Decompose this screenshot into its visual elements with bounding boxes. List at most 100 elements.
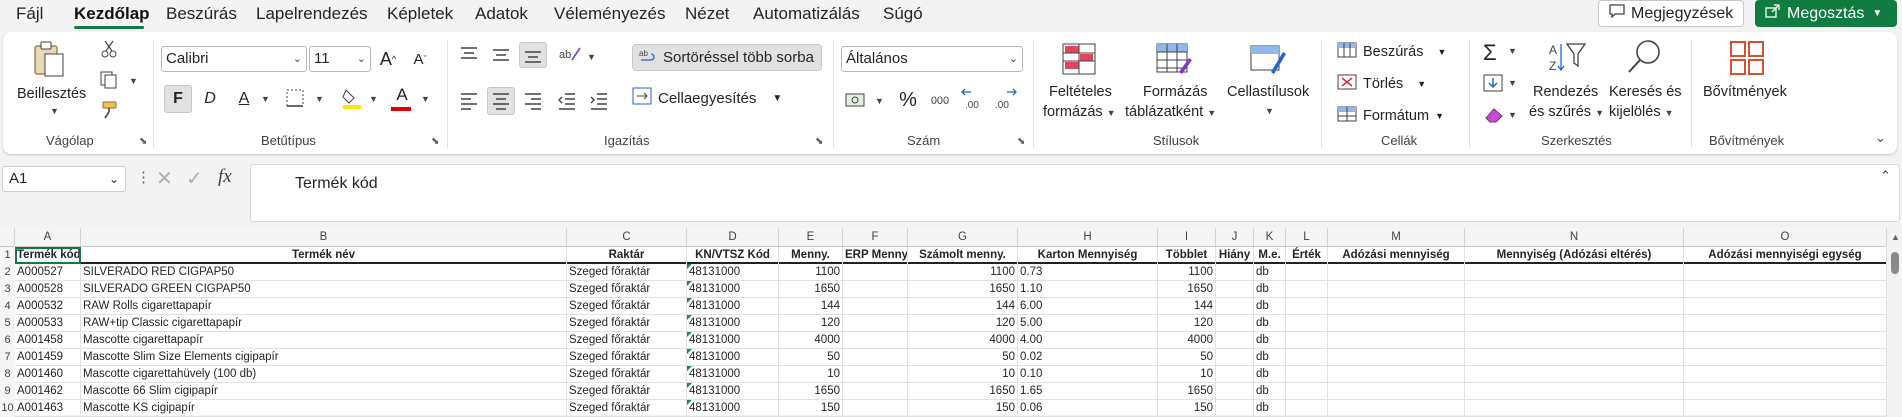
addins-icon[interactable] bbox=[1729, 40, 1765, 81]
scroll-up-icon[interactable]: ▲ bbox=[1891, 232, 1900, 242]
cell-h2[interactable]: 0.73 bbox=[1018, 264, 1158, 281]
tab-page-layout[interactable]: Lapelrendezés bbox=[256, 4, 368, 24]
cell-b4[interactable]: RAW Rolls cigarettapapír bbox=[81, 298, 567, 315]
cell-b5[interactable]: RAW+tip Classic cigarettapapír bbox=[81, 315, 567, 332]
conditional-formatting-icon[interactable] bbox=[1061, 42, 1097, 81]
delete-cells-button[interactable]: Törlés ▼ bbox=[1337, 74, 1426, 94]
borders-dropdown-icon[interactable]: ▼ bbox=[315, 94, 324, 104]
name-box[interactable]: A1 ⌄ bbox=[2, 166, 126, 192]
cell-styles-dropdown-icon[interactable]: ▼ bbox=[1265, 106, 1274, 116]
cell-d6[interactable]: 48131000 bbox=[687, 332, 779, 349]
cell-d2[interactable]: 48131000 bbox=[687, 264, 779, 281]
insert-function-icon[interactable]: fx bbox=[218, 166, 232, 188]
cell-n7[interactable] bbox=[1465, 349, 1684, 366]
cell-a9[interactable]: A001462 bbox=[15, 383, 81, 400]
cell-i5[interactable]: 120 bbox=[1158, 315, 1216, 332]
tab-insert[interactable]: Beszúrás bbox=[166, 4, 237, 24]
bold-button[interactable]: F bbox=[164, 85, 192, 113]
cell-h8[interactable]: 0.10 bbox=[1018, 366, 1158, 383]
cell-o7[interactable] bbox=[1684, 349, 1887, 366]
cell-b3[interactable]: SILVERADO GREEN CIGPAP50 bbox=[81, 281, 567, 298]
cell-m1[interactable]: Adózási mennyiség bbox=[1328, 247, 1465, 264]
shrink-font-button[interactable]: Aˇ bbox=[409, 46, 431, 72]
alignment-launcher-icon[interactable]: ⬊ bbox=[815, 136, 823, 147]
cell-f10[interactable] bbox=[843, 400, 908, 417]
cell-i3[interactable]: 1650 bbox=[1158, 281, 1216, 298]
cell-l8[interactable] bbox=[1286, 366, 1328, 383]
accounting-dropdown-icon[interactable]: ▼ bbox=[875, 96, 884, 106]
cell-o5[interactable] bbox=[1684, 315, 1887, 332]
cell-i2[interactable]: 1100 bbox=[1158, 264, 1216, 281]
cell-g3[interactable]: 1650 bbox=[908, 281, 1018, 298]
cell-g7[interactable]: 50 bbox=[908, 349, 1018, 366]
formula-input[interactable]: Termék kód bbox=[250, 164, 1900, 222]
cell-g6[interactable]: 4000 bbox=[908, 332, 1018, 349]
underline-dropdown-icon[interactable]: ▼ bbox=[261, 94, 270, 104]
row-header[interactable]: 7 bbox=[0, 349, 15, 366]
conditional-formatting-label-1[interactable]: Feltételes bbox=[1049, 84, 1112, 100]
share-button[interactable]: Megosztás ▼ bbox=[1755, 0, 1897, 27]
cell-n2[interactable] bbox=[1465, 264, 1684, 281]
align-left-icon[interactable] bbox=[459, 92, 479, 115]
cell-a8[interactable]: A001460 bbox=[15, 366, 81, 383]
align-top-icon[interactable] bbox=[459, 46, 479, 69]
column-header-l[interactable]: L bbox=[1286, 228, 1328, 246]
cell-l1[interactable]: Érték bbox=[1286, 247, 1328, 264]
fill-color-dropdown-icon[interactable]: ▼ bbox=[369, 94, 378, 104]
conditional-formatting-label-2[interactable]: formázás ▼ bbox=[1043, 104, 1116, 120]
cell-d5[interactable]: 48131000 bbox=[687, 315, 779, 332]
cell-g4[interactable]: 144 bbox=[908, 298, 1018, 315]
cell-c2[interactable]: Szeged főraktár bbox=[567, 264, 687, 281]
row-header[interactable]: 8 bbox=[0, 366, 15, 383]
cell-f8[interactable] bbox=[843, 366, 908, 383]
tab-formulas[interactable]: Képletek bbox=[387, 4, 453, 24]
font-launcher-icon[interactable]: ⬊ bbox=[431, 136, 439, 147]
cell-l6[interactable] bbox=[1286, 332, 1328, 349]
cell-e5[interactable]: 120 bbox=[779, 315, 843, 332]
increase-indent-icon[interactable] bbox=[589, 92, 609, 115]
cell-m9[interactable] bbox=[1328, 383, 1465, 400]
cell-b7[interactable]: Mascotte Slim Size Elements cigipapír bbox=[81, 349, 567, 366]
paste-label[interactable]: Beillesztés bbox=[17, 86, 86, 102]
cell-m4[interactable] bbox=[1328, 298, 1465, 315]
cell-n9[interactable] bbox=[1465, 383, 1684, 400]
column-header-e[interactable]: E bbox=[779, 228, 843, 246]
cell-m8[interactable] bbox=[1328, 366, 1465, 383]
chevron-down-icon[interactable]: ▼ bbox=[1872, 8, 1882, 19]
cell-o10[interactable] bbox=[1684, 400, 1887, 417]
tab-help[interactable]: Súgó bbox=[883, 4, 923, 24]
cell-o6[interactable] bbox=[1684, 332, 1887, 349]
cell-n4[interactable] bbox=[1465, 298, 1684, 315]
sort-filter-label-1[interactable]: Rendezés bbox=[1533, 84, 1598, 100]
cell-b6[interactable]: Mascotte cigarettapapír bbox=[81, 332, 567, 349]
italic-button[interactable]: D bbox=[196, 85, 224, 113]
addins-label[interactable]: Bővítmények bbox=[1703, 84, 1787, 100]
sort-filter-label-2[interactable]: és szűrés ▼ bbox=[1529, 104, 1604, 120]
cell-e1[interactable]: Menny. bbox=[779, 247, 843, 264]
cell-k9[interactable]: db bbox=[1254, 383, 1286, 400]
cell-f7[interactable] bbox=[843, 349, 908, 366]
collapse-formula-bar-icon[interactable]: ⌃ bbox=[1880, 168, 1891, 184]
scrollbar-thumb[interactable] bbox=[1891, 252, 1899, 274]
underline-button[interactable]: A bbox=[230, 85, 258, 113]
tab-home[interactable]: Kezdőlap bbox=[74, 4, 150, 24]
tab-automate[interactable]: Automatizálás bbox=[753, 4, 860, 24]
cell-c1[interactable]: Raktár bbox=[567, 247, 687, 264]
tab-file[interactable]: Fájl bbox=[16, 4, 43, 24]
column-header-a[interactable]: A bbox=[15, 228, 81, 246]
cell-b1[interactable]: Termék név bbox=[81, 247, 567, 264]
orientation-dropdown-icon[interactable]: ▼ bbox=[587, 52, 596, 62]
cell-m3[interactable] bbox=[1328, 281, 1465, 298]
cell-g2[interactable]: 1100 bbox=[908, 264, 1018, 281]
cell-g10[interactable]: 150 bbox=[908, 400, 1018, 417]
orientation-icon[interactable]: ab bbox=[558, 44, 582, 69]
fill-color-icon[interactable] bbox=[341, 86, 363, 115]
cell-e6[interactable]: 4000 bbox=[779, 332, 843, 349]
cell-i9[interactable]: 1650 bbox=[1158, 383, 1216, 400]
merge-cells-button[interactable]: Cellaegyesítés ▼ bbox=[632, 87, 782, 109]
cell-k2[interactable]: db bbox=[1254, 264, 1286, 281]
number-as-text-indicator[interactable] bbox=[687, 298, 692, 303]
more-options-icon[interactable]: ⋮ bbox=[136, 168, 151, 186]
cell-a1[interactable]: Termék kód bbox=[15, 247, 81, 264]
column-header-n[interactable]: N bbox=[1465, 228, 1684, 246]
